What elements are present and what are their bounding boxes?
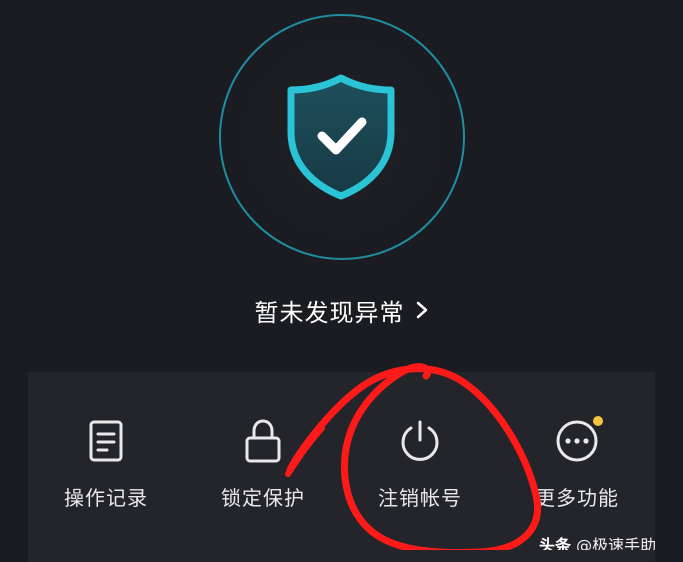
power-icon	[401, 420, 439, 461]
watermark-handle: @极速手助	[576, 536, 657, 550]
action-label: 更多功能	[535, 486, 619, 510]
lock-icon	[245, 419, 281, 463]
action-more-features[interactable]: 更多功能	[502, 372, 652, 542]
chevron-right-icon	[416, 301, 427, 319]
action-label: 锁定保护	[221, 486, 305, 510]
security-status-text: 暂未发现异常	[254, 298, 405, 327]
shield-check-icon	[287, 74, 395, 200]
action-deactivate-account[interactable]: 注销帐号	[345, 372, 495, 542]
more-dots-icon	[556, 420, 598, 462]
notification-badge-dot	[593, 416, 603, 426]
security-status-link[interactable]: 暂未发现异常	[0, 288, 683, 332]
action-operation-log[interactable]: 操作记录	[31, 372, 181, 542]
watermark: 头条 @极速手助	[539, 532, 683, 550]
document-icon	[89, 420, 123, 462]
security-screen: 暂未发现异常 操作记录 锁定保护 注销帐号 更多功能 头条 @极速手助	[0, 0, 683, 562]
action-lock-protection[interactable]: 锁定保护	[188, 372, 338, 542]
action-label: 操作记录	[64, 486, 148, 510]
action-label: 注销帐号	[378, 486, 462, 510]
watermark-brand: 头条	[539, 536, 572, 550]
